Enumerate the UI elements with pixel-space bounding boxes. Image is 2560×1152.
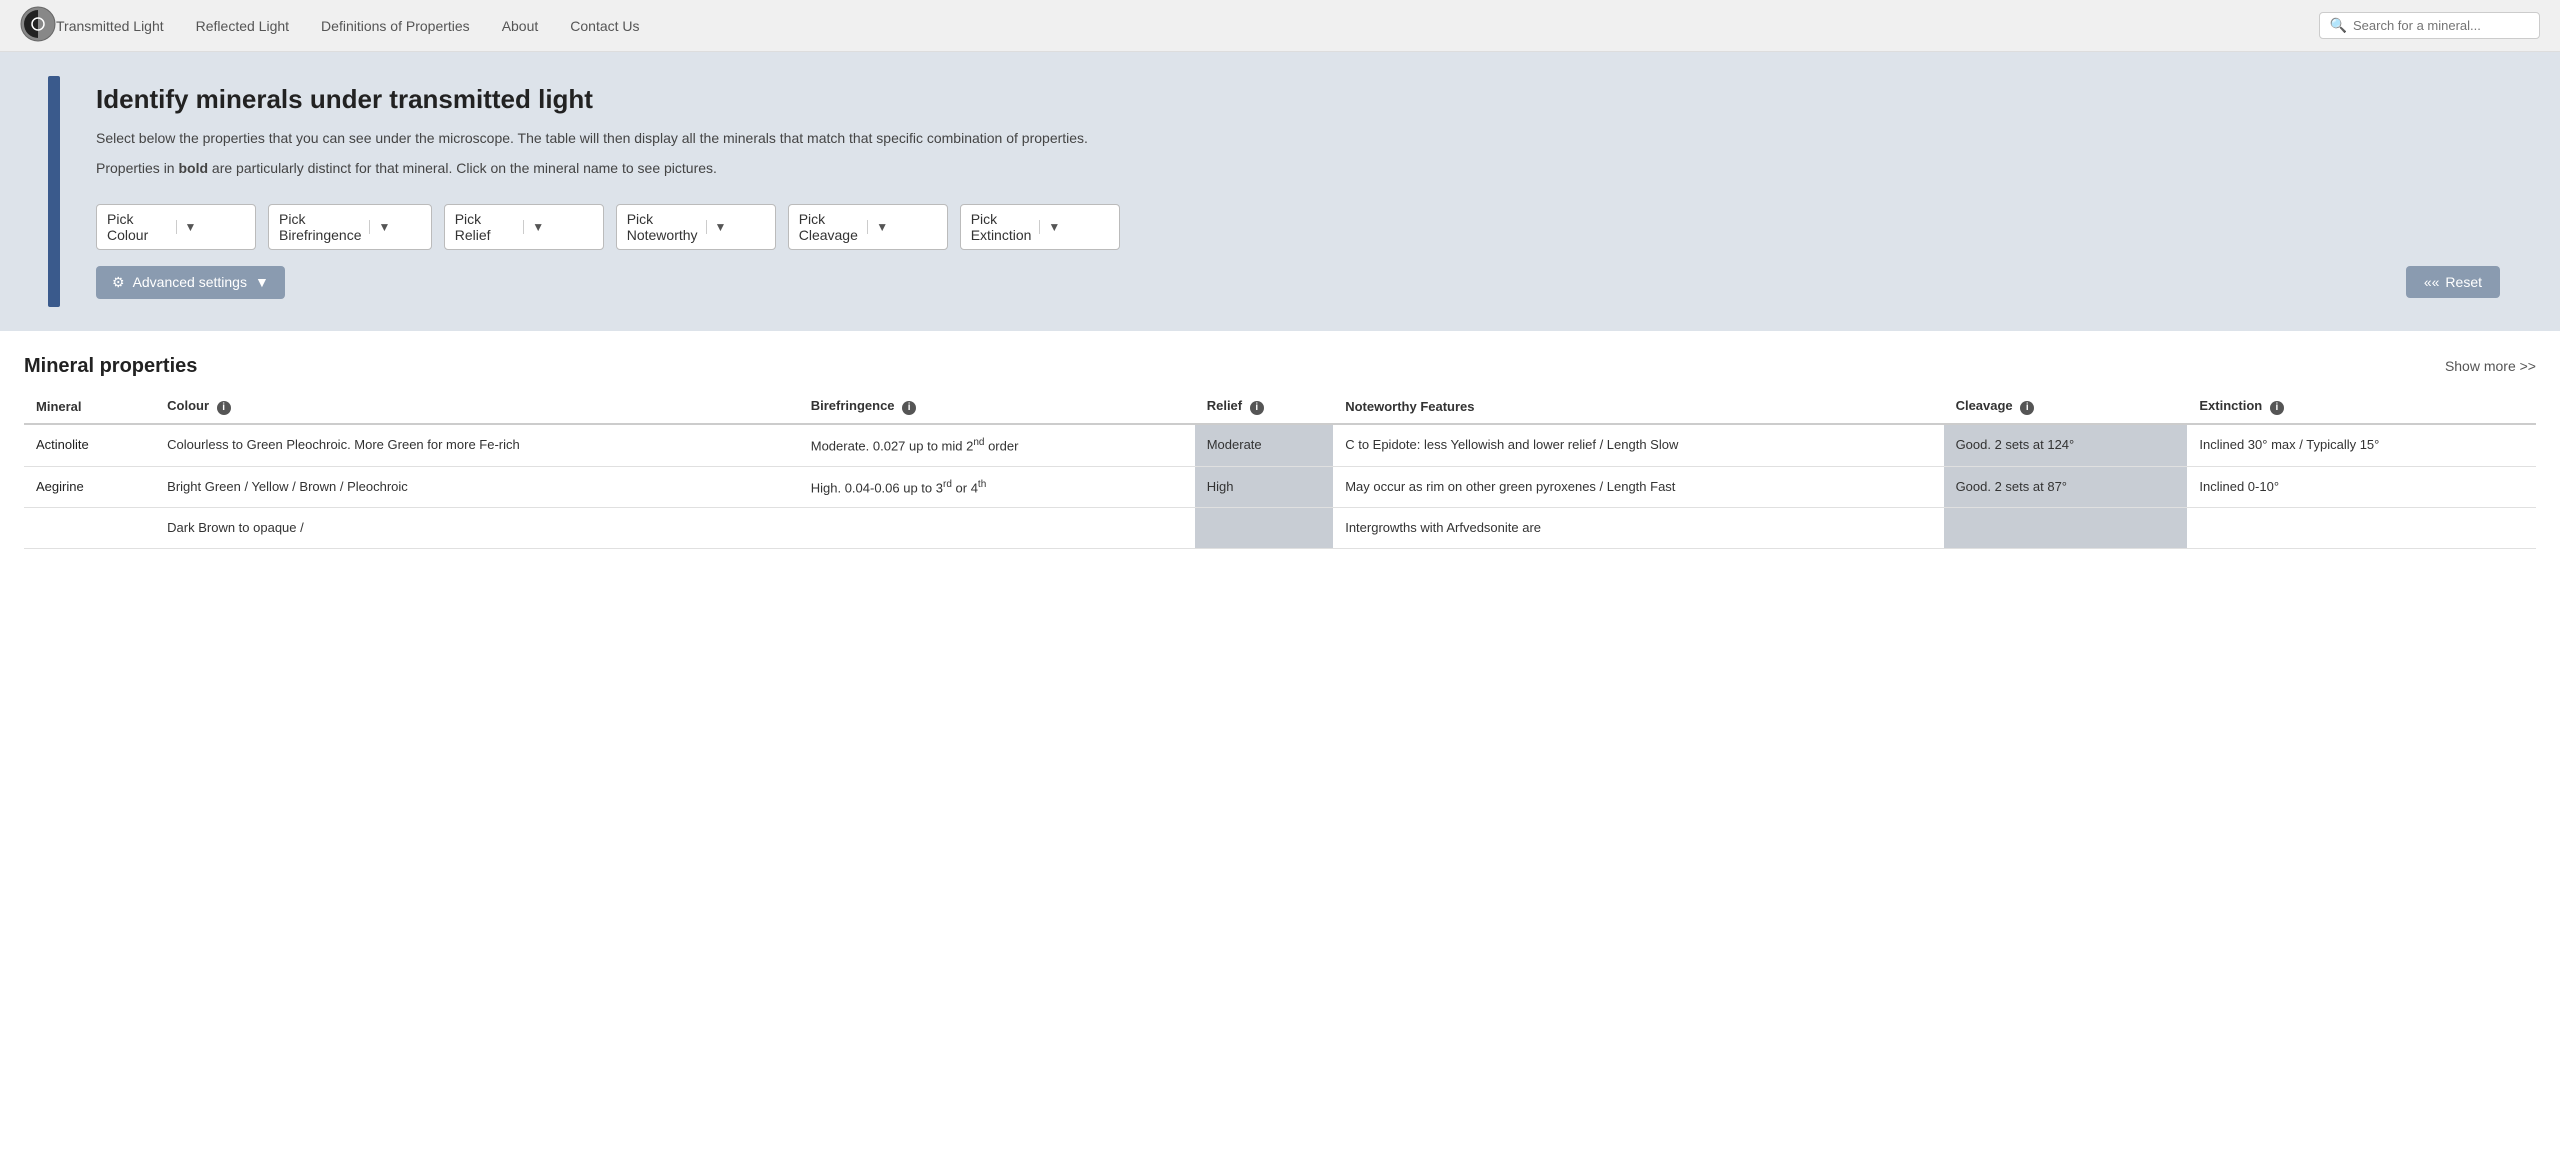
- cell-birefringence-actinolite: Moderate. 0.027 up to mid 2nd order: [799, 424, 1195, 466]
- nav-links: Transmitted Light Reflected Light Defini…: [56, 18, 2319, 34]
- advanced-chevron-icon: ▼: [255, 274, 269, 290]
- hero-content: Identify minerals under transmitted ligh…: [96, 84, 2500, 299]
- col-birefringence: Birefringence i: [799, 390, 1195, 424]
- extinction-dropdown-label: Pick Extinction: [971, 211, 1032, 243]
- relief-dropdown-arrow: ▼: [523, 220, 593, 234]
- relief-dropdown[interactable]: Pick Relief ▼: [444, 204, 604, 250]
- cleavage-dropdown[interactable]: Pick Cleavage ▼: [788, 204, 948, 250]
- nav-link-contact[interactable]: Contact Us: [570, 18, 639, 34]
- bold-indicator: bold: [178, 160, 208, 176]
- mineral-name-aegirine[interactable]: Aegirine: [24, 466, 155, 508]
- col-mineral: Mineral: [24, 390, 155, 424]
- nav-link-reflected[interactable]: Reflected Light: [196, 18, 289, 34]
- buttons-row: ⚙ Advanced settings ▼ «« Reset: [96, 266, 2500, 299]
- gear-icon: ⚙: [112, 274, 125, 291]
- birefringence-info-icon[interactable]: i: [902, 401, 916, 415]
- cleavage-dropdown-label: Pick Cleavage: [799, 211, 860, 243]
- cell-noteworthy-actinolite: C to Epidote: less Yellowish and lower r…: [1333, 424, 1943, 466]
- cell-birefringence-partial: [799, 508, 1195, 549]
- search-icon: 🔍: [2330, 17, 2347, 34]
- dropdowns-row: Pick Colour ▼ Pick Birefringence ▼ Pick …: [96, 204, 2500, 250]
- cell-colour-aegirine: Bright Green / Yellow / Brown / Pleochro…: [155, 466, 799, 508]
- table-header-row-cols: Mineral Colour i Birefringence i Relief …: [24, 390, 2536, 424]
- table-section: Mineral properties Show more >> Mineral …: [0, 331, 2560, 549]
- cell-extinction-aegirine: Inclined 0-10°: [2187, 466, 2536, 508]
- search-input[interactable]: [2353, 18, 2529, 33]
- hero-section: Identify minerals under transmitted ligh…: [0, 52, 2560, 331]
- birefringence-dropdown-label: Pick Birefringence: [279, 211, 361, 243]
- hero-title: Identify minerals under transmitted ligh…: [96, 84, 2500, 115]
- birefringence-dropdown[interactable]: Pick Birefringence ▼: [268, 204, 432, 250]
- cleavage-info-icon[interactable]: i: [2020, 401, 2034, 415]
- mineral-name-partial: [24, 508, 155, 549]
- cell-cleavage-aegirine: Good. 2 sets at 87°: [1944, 466, 2188, 508]
- relief-dropdown-label: Pick Relief: [455, 211, 516, 243]
- minerals-table: Mineral Colour i Birefringence i Relief …: [24, 390, 2536, 549]
- cell-noteworthy-partial: Intergrowths with Arfvedsonite are: [1333, 508, 1943, 549]
- cell-extinction-actinolite: Inclined 30° max / Typically 15°: [2187, 424, 2536, 466]
- colour-info-icon[interactable]: i: [217, 401, 231, 415]
- show-more-link[interactable]: Show more >>: [2445, 358, 2536, 374]
- col-cleavage: Cleavage i: [1944, 390, 2188, 424]
- cell-colour-actinolite: Colourless to Green Pleochroic. More Gre…: [155, 424, 799, 466]
- colour-dropdown-label: Pick Colour: [107, 211, 168, 243]
- cell-relief-aegirine: High: [1195, 466, 1333, 508]
- col-relief: Relief i: [1195, 390, 1333, 424]
- colour-dropdown-arrow: ▼: [176, 220, 246, 234]
- col-colour: Colour i: [155, 390, 799, 424]
- mineral-name-actinolite[interactable]: Actinolite: [24, 424, 155, 466]
- navbar: Transmitted Light Reflected Light Defini…: [0, 0, 2560, 52]
- cell-cleavage-partial: [1944, 508, 2188, 549]
- cleavage-dropdown-arrow: ▼: [867, 220, 937, 234]
- cell-birefringence-aegirine: High. 0.04-0.06 up to 3rd or 4th: [799, 466, 1195, 508]
- colour-dropdown[interactable]: Pick Colour ▼: [96, 204, 256, 250]
- nav-link-definitions[interactable]: Definitions of Properties: [321, 18, 470, 34]
- table-section-title: Mineral properties: [24, 355, 197, 378]
- table-header-row: Mineral properties Show more >>: [24, 355, 2536, 378]
- noteworthy-dropdown-arrow: ▼: [706, 220, 765, 234]
- cell-noteworthy-aegirine: May occur as rim on other green pyroxene…: [1333, 466, 1943, 508]
- cell-relief-partial: [1195, 508, 1333, 549]
- noteworthy-dropdown[interactable]: Pick Noteworthy ▼: [616, 204, 776, 250]
- relief-info-icon[interactable]: i: [1250, 401, 1264, 415]
- birefringence-dropdown-arrow: ▼: [369, 220, 420, 234]
- nav-link-about[interactable]: About: [502, 18, 539, 34]
- col-extinction: Extinction i: [2187, 390, 2536, 424]
- extinction-dropdown[interactable]: Pick Extinction ▼: [960, 204, 1120, 250]
- extinction-info-icon[interactable]: i: [2270, 401, 2284, 415]
- logo[interactable]: [20, 6, 56, 45]
- reset-label: Reset: [2445, 274, 2482, 290]
- reset-arrow-icon: ««: [2424, 274, 2440, 290]
- search-box[interactable]: 🔍: [2319, 12, 2540, 39]
- reset-button[interactable]: «« Reset: [2406, 266, 2500, 298]
- table-row: Dark Brown to opaque / Intergrowths with…: [24, 508, 2536, 549]
- col-noteworthy: Noteworthy Features: [1333, 390, 1943, 424]
- noteworthy-dropdown-label: Pick Noteworthy: [627, 211, 698, 243]
- table-row: Actinolite Colourless to Green Pleochroi…: [24, 424, 2536, 466]
- cell-relief-actinolite: Moderate: [1195, 424, 1333, 466]
- extinction-dropdown-arrow: ▼: [1039, 220, 1108, 234]
- advanced-settings-label: Advanced settings: [133, 274, 247, 290]
- advanced-settings-button[interactable]: ⚙ Advanced settings ▼: [96, 266, 285, 299]
- table-row: Aegirine Bright Green / Yellow / Brown /…: [24, 466, 2536, 508]
- nav-link-transmitted[interactable]: Transmitted Light: [56, 18, 164, 34]
- hero-description: Select below the properties that you can…: [96, 127, 1396, 149]
- cell-colour-partial: Dark Brown to opaque /: [155, 508, 799, 549]
- hero-accent-bar: [48, 76, 60, 307]
- hero-description2: Properties in bold are particularly dist…: [96, 157, 1396, 179]
- cell-extinction-partial: [2187, 508, 2536, 549]
- cell-cleavage-actinolite: Good. 2 sets at 124°: [1944, 424, 2188, 466]
